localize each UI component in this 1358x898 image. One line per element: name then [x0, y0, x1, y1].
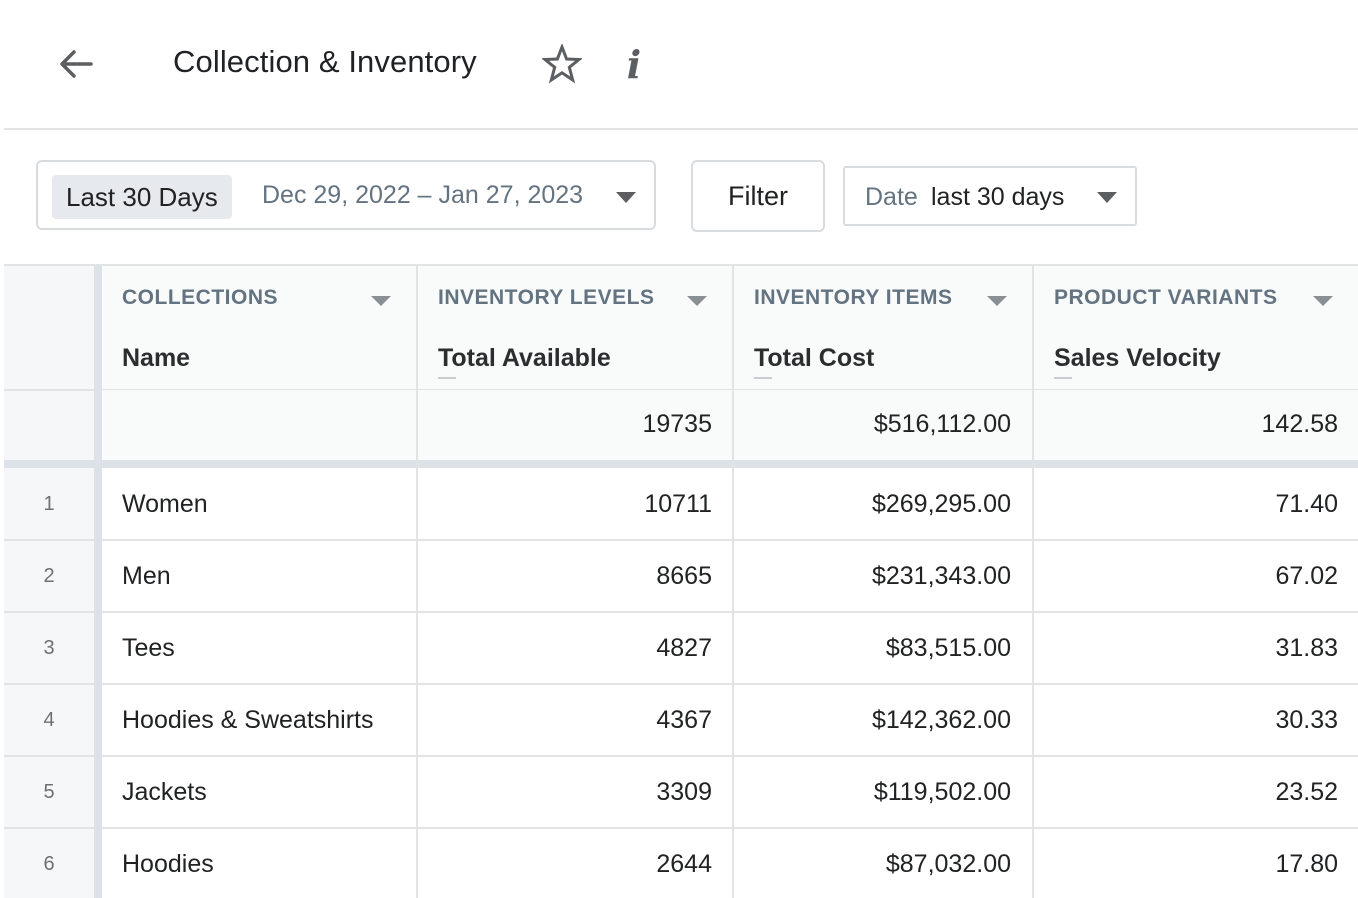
cell-name[interactable]: Women [122, 490, 208, 519]
row-number: 2 [43, 565, 55, 587]
star-icon [542, 44, 582, 84]
cell-total-available[interactable]: 10711 [418, 490, 712, 519]
date-filter-dropdown[interactable]: Date last 30 days [843, 166, 1137, 226]
divider [416, 266, 418, 898]
table-row[interactable]: 3 Tees 4827 $83,515.00 31.83 [4, 612, 1358, 684]
data-table: COLLECTIONS Name INVENTORY LEVELS Total … [4, 264, 1358, 898]
table-row[interactable]: 4 Hoodies & Sweatshirts 4367 $142,362.00 30.… [4, 684, 1358, 756]
column-group-label: INVENTORY ITEMS [754, 286, 953, 309]
total-available: 19735 [642, 410, 712, 438]
totals-row: 19735 $516,112.00 142.58 [4, 390, 1358, 460]
cell-total-cost[interactable]: $142,362.00 [734, 706, 1011, 735]
favorite-button[interactable] [538, 42, 586, 86]
row-number: 5 [43, 781, 55, 803]
date-range-picker[interactable]: Last 30 Days Dec 29, 2022 – Jan 27, 2023 [36, 160, 656, 230]
cell-name[interactable]: Jackets [122, 778, 207, 807]
date-preset-chip[interactable]: Last 30 Days [52, 175, 232, 219]
total-sales-velocity: 142.58 [1261, 410, 1338, 438]
cell-total-available[interactable]: 4367 [418, 706, 712, 735]
back-button[interactable] [54, 42, 98, 86]
cell-total-available[interactable]: 4827 [418, 634, 712, 663]
table-header-row: COLLECTIONS Name INVENTORY LEVELS Total … [4, 266, 1358, 390]
cell-sales-velocity[interactable]: 23.52 [1034, 778, 1338, 807]
cell-total-available[interactable]: 3309 [418, 778, 712, 807]
row-number: 3 [43, 637, 55, 659]
chevron-down-icon[interactable] [987, 296, 1007, 306]
frozen-column-divider [94, 266, 102, 898]
cell-total-cost[interactable]: $87,032.00 [734, 850, 1011, 879]
column-group-label: PRODUCT VARIANTS [1054, 286, 1278, 309]
chevron-down-icon[interactable] [371, 296, 391, 306]
cell-total-available[interactable]: 2644 [418, 850, 712, 879]
date-filter-label: Date [865, 183, 918, 211]
arrow-left-icon [60, 50, 93, 78]
column-group-label: INVENTORY LEVELS [438, 286, 655, 309]
row-number: 4 [43, 709, 55, 731]
cell-sales-velocity[interactable]: 71.40 [1034, 490, 1338, 519]
column-label: Total Available [438, 344, 611, 379]
info-icon: i [626, 41, 642, 87]
table-row[interactable]: 1 Women 10711 $269,295.00 71.40 [4, 468, 1358, 540]
divider [1032, 266, 1034, 898]
cell-total-cost[interactable]: $83,515.00 [734, 634, 1011, 663]
info-button[interactable]: i [612, 40, 656, 88]
cell-name[interactable]: Tees [122, 634, 175, 663]
date-range-text: Dec 29, 2022 – Jan 27, 2023 [262, 181, 584, 209]
cell-total-cost[interactable]: $269,295.00 [734, 490, 1011, 519]
cell-name[interactable]: Hoodies [122, 850, 214, 879]
cell-sales-velocity[interactable]: 67.02 [1034, 562, 1338, 591]
frozen-row-divider [4, 460, 1358, 468]
cell-total-cost[interactable]: $231,343.00 [734, 562, 1011, 591]
column-label: Sales Velocity [1054, 344, 1221, 379]
cell-name[interactable]: Men [122, 562, 171, 591]
column-label: Total Cost [754, 344, 874, 379]
column-group-label: COLLECTIONS [122, 286, 278, 309]
cell-name[interactable]: Hoodies & Sweatshirts [122, 706, 374, 735]
table-row[interactable]: 2 Men 8665 $231,343.00 67.02 [4, 540, 1358, 612]
cell-total-available[interactable]: 8665 [418, 562, 712, 591]
page-title: Collection & Inventory [173, 44, 477, 79]
date-filter-value: last 30 days [931, 183, 1065, 211]
chevron-down-icon[interactable] [1313, 296, 1333, 306]
filter-button[interactable]: Filter [691, 160, 825, 232]
cell-sales-velocity[interactable]: 31.83 [1034, 634, 1338, 663]
row-number: 6 [43, 853, 55, 875]
total-cost: $516,112.00 [873, 410, 1011, 438]
chevron-down-icon [1097, 192, 1117, 203]
table-row[interactable]: 5 Jackets 3309 $119,502.00 23.52 [4, 756, 1358, 828]
cell-sales-velocity[interactable]: 17.80 [1034, 850, 1338, 879]
page-header: Collection & Inventory i [4, 0, 1358, 130]
chevron-down-icon [616, 192, 636, 203]
row-number: 1 [43, 493, 55, 515]
table-row[interactable]: 6 Hoodies 2644 $87,032.00 17.80 [4, 828, 1358, 898]
column-label: Name [122, 344, 191, 372]
cell-total-cost[interactable]: $119,502.00 [734, 778, 1011, 807]
cell-sales-velocity[interactable]: 30.33 [1034, 706, 1338, 735]
chevron-down-icon[interactable] [687, 296, 707, 306]
divider [732, 266, 734, 898]
